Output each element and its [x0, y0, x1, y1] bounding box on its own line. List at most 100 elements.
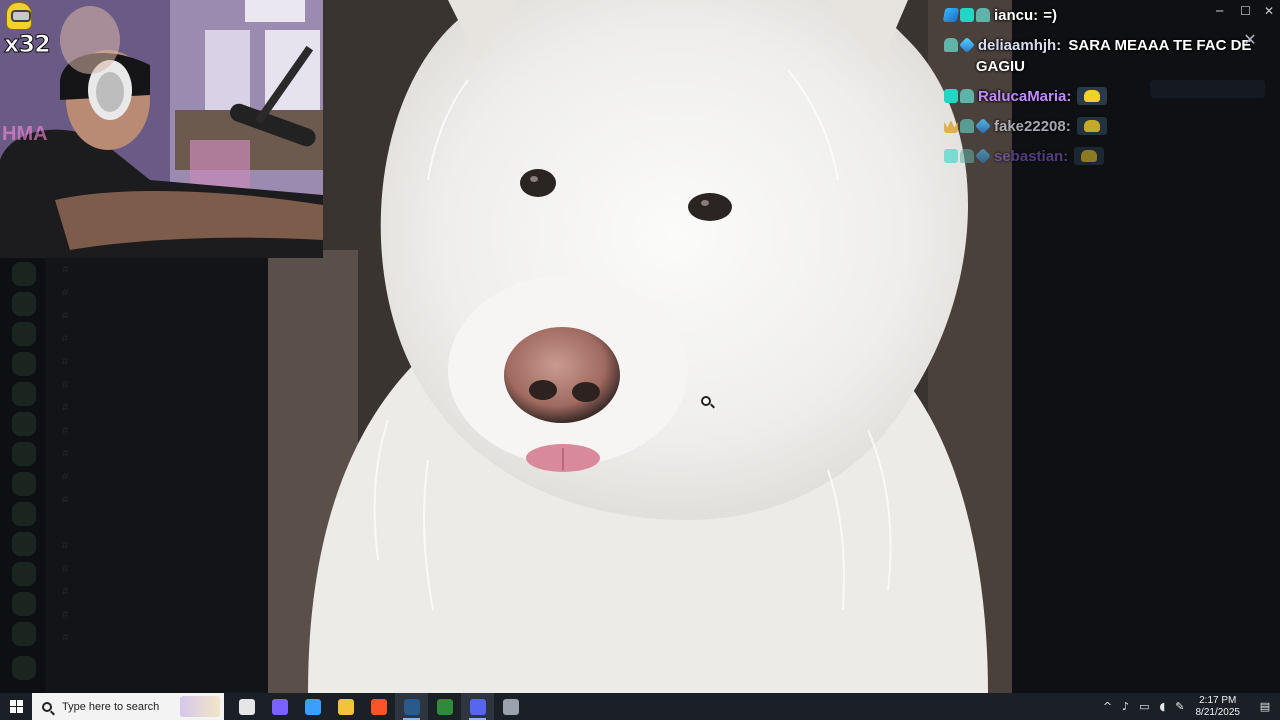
network-icon[interactable]: ▭	[1139, 700, 1149, 713]
chat-username: deliaamhjh:	[977, 37, 1062, 54]
search-highlight-image[interactable]	[180, 696, 220, 717]
channel-item[interactable]: #	[62, 402, 76, 416]
channel-item[interactable]: #	[62, 425, 76, 439]
server-icon[interactable]	[12, 562, 36, 586]
taskbar-app-file-explorer[interactable]	[329, 693, 362, 720]
taskbar-apps	[230, 693, 527, 720]
dog-photo	[268, 0, 1012, 693]
robot-badge-icon	[960, 119, 974, 133]
chat-username: RalucaMaria:	[978, 88, 1072, 105]
channel-item[interactable]: #	[62, 356, 76, 370]
robot-badge-icon	[944, 38, 958, 52]
channel-item[interactable]: #	[62, 287, 76, 301]
cube-badge-icon	[975, 148, 991, 164]
server-icon[interactable]	[12, 412, 36, 436]
sub-badge-icon	[944, 89, 958, 103]
multiplier-badge: x32	[4, 30, 52, 59]
channel-item[interactable]: #	[62, 448, 76, 462]
server-icon[interactable]	[12, 382, 36, 406]
chat-text: =)	[1043, 7, 1057, 24]
server-icon[interactable]	[12, 262, 36, 286]
minion-emote-icon	[1077, 87, 1108, 105]
channel-item[interactable]: #	[62, 310, 76, 324]
volume-icon[interactable]: ♪	[1122, 700, 1129, 713]
server-icon[interactable]	[12, 622, 36, 646]
taskbar-app-task-view[interactable]	[230, 693, 263, 720]
minion-emote-icon	[1074, 147, 1105, 165]
server-icon[interactable]	[12, 502, 36, 526]
zoom-cursor-icon	[701, 396, 711, 406]
cube-badge-icon	[975, 118, 991, 134]
user-avatar[interactable]	[12, 656, 36, 680]
streamer-webcam: HMA x32	[0, 0, 323, 258]
server-icon[interactable]	[12, 592, 36, 616]
start-button[interactable]	[0, 693, 32, 720]
notifications-icon[interactable]: ▤	[1250, 700, 1280, 713]
channel-item[interactable]: #	[62, 632, 76, 646]
server-icon[interactable]	[12, 442, 36, 466]
channel-item[interactable]: #	[62, 586, 76, 600]
channel-item[interactable]: #	[62, 379, 76, 393]
chat-message: deliaamhjh: SARA MEAAA TE FAC DE GAGIU	[944, 35, 1274, 77]
chat-username: fake22208:	[994, 118, 1071, 135]
server-icon[interactable]	[12, 352, 36, 376]
taskbar-app-discord[interactable]	[461, 693, 494, 720]
speaker-icon[interactable]: ◖	[1159, 700, 1165, 713]
channel-item[interactable]: #	[62, 540, 76, 554]
search-placeholder: Type here to search	[62, 700, 160, 713]
sub-badge-icon	[944, 149, 958, 163]
chat-message: RalucaMaria:	[944, 86, 1108, 107]
close-icon[interactable]: ✕	[1240, 30, 1260, 50]
cube-badge-icon	[958, 37, 975, 53]
minion-emote-icon	[1076, 117, 1107, 135]
clock-time: 2:17 PM	[1199, 694, 1237, 706]
chat-message: fake22208:	[944, 116, 1107, 137]
windows-logo-icon	[9, 700, 23, 713]
channel-item[interactable]: #	[62, 494, 76, 508]
system-tray: ^ ♪ ▭ ◖ ✎ 2:17 PM 8/21/2025 ▤	[1098, 693, 1280, 720]
taskbar-app-microsoft-365[interactable]	[296, 693, 329, 720]
channel-item[interactable]: #	[62, 333, 76, 347]
pen-icon[interactable]: ✎	[1175, 700, 1184, 713]
channel-item[interactable]: #	[62, 264, 76, 278]
discord-icon	[469, 698, 486, 715]
microsoft-365-icon	[304, 698, 321, 715]
server-icon[interactable]	[12, 472, 36, 496]
screen: # # # # # # # # # # # # # # # # ─ ☐ ✕ HM…	[0, 0, 1280, 720]
stream-chat-overlay: iancu: =) deliaamhjh: SARA MEAAA TE FAC …	[942, 0, 1280, 200]
channel-item[interactable]: #	[62, 471, 76, 485]
clock-date: 8/21/2025	[1195, 706, 1241, 718]
channel-item[interactable]: #	[62, 609, 76, 623]
chat-username: iancu:	[994, 7, 1039, 24]
windows-taskbar: Type here to search ^ ♪ ▭ ◖ ✎ 2:17 PM 8/…	[0, 693, 1280, 720]
clock[interactable]: 2:17 PM 8/21/2025	[1196, 695, 1241, 719]
minion-emote-icon	[6, 2, 32, 30]
crown-badge-icon	[944, 120, 958, 133]
search-icon	[42, 701, 52, 712]
robot-badge-icon	[960, 89, 974, 103]
channel-item[interactable]: #	[62, 563, 76, 577]
taskbar-app-steam[interactable]	[395, 693, 428, 720]
server-icon[interactable]	[12, 322, 36, 346]
server-icon[interactable]	[12, 292, 36, 316]
task-view-icon	[238, 698, 255, 715]
xbox-icon	[436, 698, 453, 715]
robot-badge-icon	[976, 8, 990, 22]
taskbar-app-xbox[interactable]	[428, 693, 461, 720]
taskbar-app-copilot[interactable]	[263, 693, 296, 720]
steam-icon	[403, 698, 420, 715]
samoyed-illustration	[268, 0, 1012, 693]
chat-message: sebastian:	[944, 146, 1105, 167]
file-explorer-icon	[337, 698, 354, 715]
server-icon[interactable]	[12, 532, 36, 556]
chat-message: iancu: =)	[942, 5, 1057, 26]
svg-text:HMA: HMA	[2, 123, 48, 145]
taskbar-app-obs[interactable]	[494, 693, 527, 720]
chevron-up-icon[interactable]: ^	[1103, 700, 1112, 713]
brave-icon	[370, 698, 387, 715]
sub-badge-icon	[960, 8, 974, 22]
taskbar-search[interactable]: Type here to search	[32, 693, 224, 720]
copilot-icon	[271, 698, 288, 715]
taskbar-app-brave[interactable]	[362, 693, 395, 720]
robot-badge-icon	[960, 149, 974, 163]
